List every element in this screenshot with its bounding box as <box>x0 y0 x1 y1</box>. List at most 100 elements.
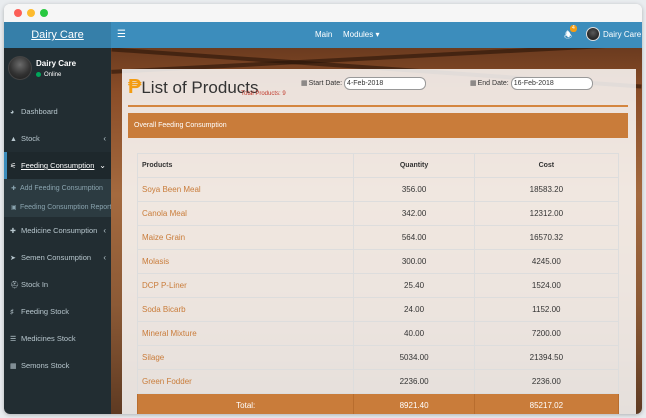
semen-icon: ➤ <box>10 255 16 262</box>
top-navbar: Dairy Care ☰ Main Modules ▾ 🕭 4 Dairy Ca… <box>4 22 642 48</box>
sidebar-item-medicines-stock[interactable]: ☰ Medicines Stock <box>4 325 111 352</box>
column-header-cost: Cost <box>473 153 620 178</box>
maximize-window-button[interactable] <box>40 9 48 17</box>
table-row: DCP P-Liner 25.40 1524.00 <box>136 273 620 298</box>
submenu-item-label: Add Feeding Consumption <box>20 185 103 192</box>
cost-cell: 4245.00 <box>473 249 620 274</box>
notification-badge: 4 <box>570 25 577 32</box>
dashboard-icon: ◕ <box>10 109 15 116</box>
product-name-cell[interactable]: Green Fodder <box>136 369 355 394</box>
column-header-products: Products <box>136 153 355 178</box>
avatar <box>8 56 32 80</box>
online-status: Online <box>36 72 61 78</box>
cart-icon: ⛑ <box>10 282 19 289</box>
product-name-cell[interactable]: Molasis <box>136 249 355 274</box>
sidebar-item-label: Stock In <box>21 280 49 289</box>
sidebar: Dairy Care Online ◕ Dashboard ▲ Stock ‹ ⚟ Fe… <box>4 48 111 414</box>
quantity-cell: 564.00 <box>353 225 475 250</box>
product-name-cell[interactable]: DCP P-Liner <box>136 273 355 298</box>
cost-cell: 21394.50 <box>473 345 620 370</box>
caret-down-icon: ▾ <box>373 30 380 39</box>
sidebar-item-label: Semons Stock <box>21 361 70 370</box>
chevron-down-icon: ⌄ <box>99 161 106 170</box>
sidebar-item-label: Feeding Stock <box>21 307 69 316</box>
list-icon: ☰ <box>10 336 17 343</box>
chevron-left-icon: ‹ <box>103 226 106 235</box>
quantity-cell: 24.00 <box>353 297 475 322</box>
submenu-item-feeding-report[interactable]: ▣ Feeding Consumption Report <box>4 198 111 217</box>
nav-modules-dropdown[interactable]: Modules ▾ <box>343 22 380 48</box>
total-cost-cell: 85217.02 <box>473 393 620 414</box>
products-table: Products Quantity Cost Soya Been Meal 356… <box>136 153 620 414</box>
sidebar-item-label: Medicines Stock <box>21 334 76 343</box>
cost-cell: 2236.00 <box>473 369 620 394</box>
cost-cell: 12312.00 <box>473 201 620 226</box>
online-status-label: Online <box>44 72 62 79</box>
quantity-cell: 25.40 <box>353 273 475 298</box>
table-total-row: Total: 8921.40 85217.02 <box>136 393 620 414</box>
start-date-label: Start Date: <box>308 80 343 87</box>
sidebar-item-label: Dashboard <box>21 107 58 116</box>
product-name-cell[interactable]: Soda Bicarb <box>136 297 355 322</box>
sidebar-item-label: Stock <box>21 134 40 143</box>
product-name-cell[interactable]: Silage <box>136 345 355 370</box>
products-table-wrap: Products Quantity Cost Soya Been Meal 356… <box>136 153 620 414</box>
window-titlebar <box>4 4 642 22</box>
sidebar-item-feeding-consumption[interactable]: ⚟ Feeding Consumption ⌄ <box>4 152 111 179</box>
cost-cell: 18583.20 <box>473 177 620 202</box>
submenu-item-add-feeding[interactable]: ✚ Add Feeding Consumption <box>4 179 111 198</box>
product-name-cell[interactable]: Soya Been Meal <box>136 177 355 202</box>
user-avatar[interactable] <box>586 27 600 41</box>
grid-icon: ▦ <box>10 363 17 370</box>
sidebar-item-semons-stock[interactable]: ▦ Semons Stock <box>4 352 111 379</box>
brand-logo-link[interactable]: Dairy Care <box>4 22 111 48</box>
feeding-submenu: ✚ Add Feeding Consumption ▣ Feeding Consum… <box>4 179 111 217</box>
medicine-icon: ✚ <box>10 228 16 235</box>
total-quantity-cell: 8921.40 <box>353 393 475 414</box>
report-icon: ▣ <box>11 205 17 211</box>
start-date-input[interactable]: 4-Feb-2018 <box>344 77 427 90</box>
user-panel: Dairy Care Online <box>4 48 111 98</box>
quantity-cell: 342.00 <box>353 201 475 226</box>
sidebar-toggle-icon[interactable]: ☰ <box>117 22 126 48</box>
quantity-cell: 5034.00 <box>353 345 475 370</box>
table-row: Silage 5034.00 21394.50 <box>136 345 620 370</box>
minimize-window-button[interactable] <box>27 9 35 17</box>
user-menu-name[interactable]: Dairy Care <box>603 22 641 48</box>
total-label-cell: Total: <box>136 393 355 414</box>
sidebar-item-label: Feeding Consumption <box>21 161 95 170</box>
product-name-cell[interactable]: Mineral Mixture <box>136 321 355 346</box>
sidebar-item-medicine-consumption[interactable]: ✚ Medicine Consumption ‹ <box>4 217 111 244</box>
table-row: Soda Bicarb 24.00 1152.00 <box>136 297 620 322</box>
cost-cell: 1152.00 <box>473 297 620 322</box>
main-content: ₱List of Products Total Products: 9 ▦Sta… <box>111 48 642 414</box>
close-window-button[interactable] <box>14 9 22 17</box>
title-divider <box>128 105 628 107</box>
stock-icon: ▲ <box>10 136 17 143</box>
total-products-count: Total Products: 9 <box>241 91 286 97</box>
cost-cell: 7200.00 <box>473 321 620 346</box>
quantity-cell: 40.00 <box>353 321 475 346</box>
nav-main-link[interactable]: Main <box>315 22 332 48</box>
profile-name: Dairy Care <box>36 59 77 68</box>
sidebar-item-semen-consumption[interactable]: ➤ Semen Consumption ‹ <box>4 244 111 271</box>
sidebar-item-dashboard[interactable]: ◕ Dashboard <box>4 98 111 125</box>
sidebar-item-feeding-stock[interactable]: ♯ Feeding Stock <box>4 298 111 325</box>
sidebar-item-stock[interactable]: ▲ Stock ‹ <box>4 125 111 152</box>
submenu-item-label: Feeding Consumption Report <box>20 204 112 211</box>
sidebar-item-stock-in[interactable]: ⛑ Stock In <box>4 271 111 298</box>
table-row: Green Fodder 2236.00 2236.00 <box>136 369 620 394</box>
products-panel: ₱List of Products Total Products: 9 ▦Sta… <box>122 69 636 414</box>
browser-window: Dairy Care ☰ Main Modules ▾ 🕭 4 Dairy Ca… <box>4 4 642 414</box>
chevron-left-icon: ‹ <box>103 253 106 262</box>
column-header-quantity: Quantity <box>353 153 475 178</box>
quantity-cell: 356.00 <box>353 177 475 202</box>
start-date-group: ▦Start Date: 4-Feb-2018 <box>301 77 427 90</box>
end-date-label: End Date: <box>477 80 509 87</box>
end-date-input[interactable]: 16-Feb-2018 <box>510 77 593 90</box>
cost-cell: 1524.00 <box>473 273 620 298</box>
quantity-cell: 300.00 <box>353 249 475 274</box>
product-name-cell[interactable]: Maize Grain <box>136 225 355 250</box>
section-header: Overall Feeding Consumption <box>128 113 628 138</box>
product-name-cell[interactable]: Canola Meal <box>136 201 355 226</box>
